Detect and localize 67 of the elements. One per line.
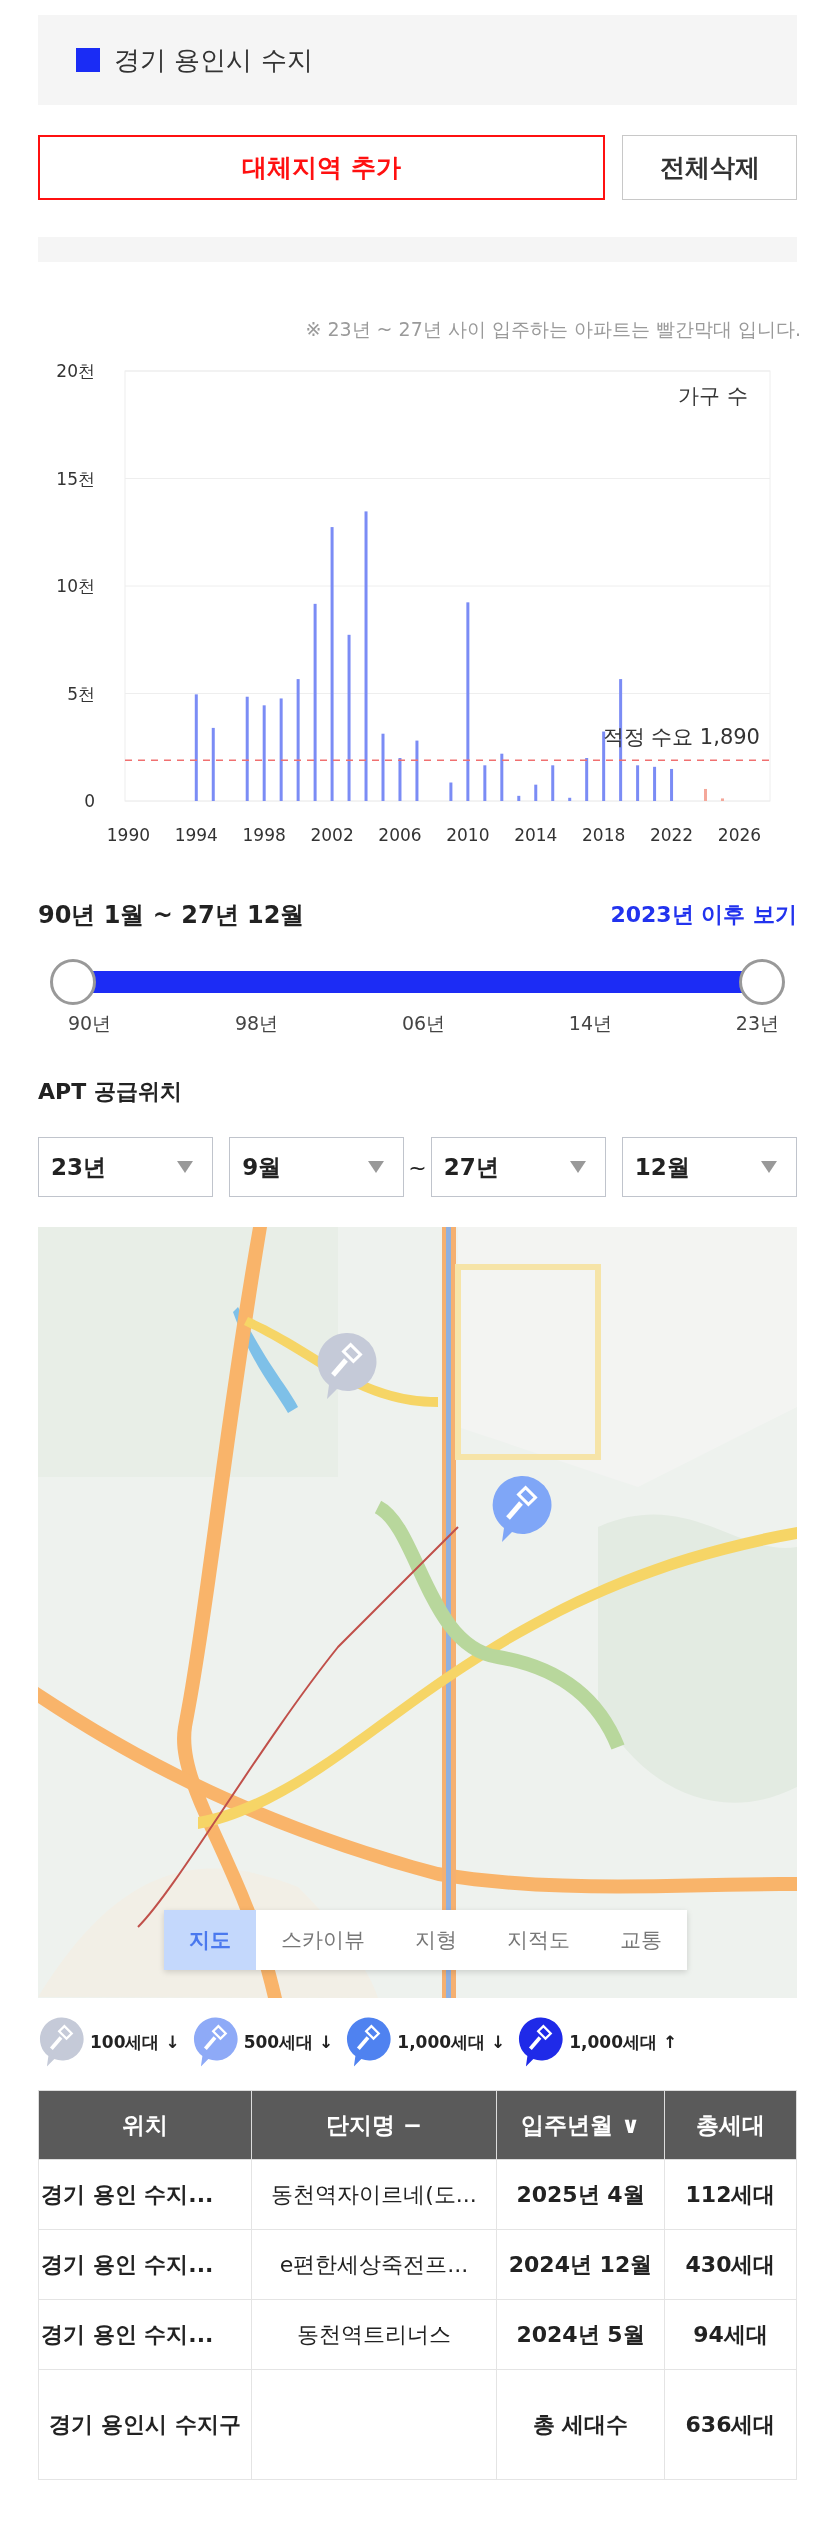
x-axis-label: 2006 bbox=[378, 825, 422, 845]
table-cell: 112세대 bbox=[664, 2159, 797, 2230]
caret-icon bbox=[760, 1160, 778, 1174]
dropdown[interactable]: 27년 bbox=[430, 1137, 606, 1197]
slider-tick-label: 98년 bbox=[234, 1011, 279, 1036]
range-separator: ~ bbox=[408, 1154, 427, 1180]
column-header[interactable]: 총세대 bbox=[664, 2090, 797, 2160]
x-axis-label: 2026 bbox=[717, 825, 762, 845]
map-type-tab[interactable]: 교통 bbox=[595, 1910, 687, 1970]
table-cell: 2024년 12월 bbox=[496, 2229, 665, 2300]
dropdown[interactable]: 9월 bbox=[229, 1137, 405, 1197]
table-cell: 430세대 bbox=[664, 2229, 797, 2300]
dropdown[interactable]: 12월 bbox=[621, 1137, 797, 1197]
table-cell: 경기 용인 수지... bbox=[38, 2229, 252, 2300]
after-2023-link[interactable]: 2023년 이후 보기 bbox=[610, 900, 797, 930]
table-cell: 2024년 5월 bbox=[496, 2299, 665, 2370]
chart-note: ※ 23년 ~ 27년 사이 입주하는 아파트는 빨간막대 입니다. bbox=[304, 317, 801, 342]
legend-label: 1,000세대 ↓ bbox=[397, 2030, 506, 2054]
hammer-pin-icon[interactable] bbox=[315, 1331, 378, 1402]
legend-label: 500세대 ↓ bbox=[243, 2030, 334, 2054]
table-cell: 636세대 bbox=[664, 2369, 797, 2480]
column-header[interactable]: 단지명 − bbox=[251, 2090, 497, 2160]
dropdown[interactable]: 23년 bbox=[38, 1137, 214, 1197]
y-axis-label: 10천 bbox=[56, 576, 95, 596]
x-axis-label: 1990 bbox=[106, 825, 151, 845]
legend-label: 100세대 ↓ bbox=[90, 2030, 180, 2054]
x-axis-label: 2010 bbox=[446, 825, 490, 845]
x-axis-label: 1998 bbox=[242, 825, 286, 845]
section-title: APT 공급위치 bbox=[38, 1078, 183, 1106]
legend-label: 1,000세대 ↑ bbox=[569, 2030, 678, 2054]
slider-tick-label: 90년 bbox=[68, 1011, 112, 1036]
y-axis-label: 15천 bbox=[56, 468, 95, 489]
table-cell: 동천역자이르네(도... bbox=[251, 2159, 497, 2230]
table-cell: 동천역트리너스 bbox=[251, 2299, 497, 2370]
caret-icon bbox=[568, 1160, 587, 1174]
table-cell: 94세대 bbox=[664, 2299, 797, 2370]
y-axis-label: 0 bbox=[84, 791, 95, 811]
caret-icon bbox=[176, 1160, 195, 1174]
y-axis-label: 5천 bbox=[67, 683, 95, 704]
y-axis-title: 가구 수 bbox=[678, 384, 748, 408]
x-axis-label: 2018 bbox=[582, 825, 626, 845]
map-type-tab[interactable]: 스카이뷰 bbox=[256, 1910, 390, 1970]
map-type-tab[interactable]: 지적도 bbox=[482, 1910, 595, 1970]
column-header[interactable]: 입주년월 ∨ bbox=[496, 2090, 665, 2160]
delete-all-button[interactable]: 전체삭제 bbox=[622, 135, 797, 200]
period-label: 90년 1월 ~ 27년 12월 bbox=[38, 900, 305, 931]
table-cell: 경기 용인 수지... bbox=[38, 2159, 252, 2230]
add-region-button[interactable]: 대체지역 추가 bbox=[38, 135, 605, 200]
y-axis-label: 20천 bbox=[56, 361, 95, 381]
slider-tick-label: 23년 bbox=[735, 1011, 779, 1036]
table-cell: 2025년 4월 bbox=[496, 2159, 665, 2230]
slider-tick-label: 14년 bbox=[568, 1011, 613, 1036]
table-cell: e편한세상죽전프... bbox=[251, 2229, 497, 2300]
slider-handle[interactable] bbox=[50, 959, 96, 1005]
slider-handle[interactable] bbox=[739, 959, 785, 1005]
x-axis-label: 2014 bbox=[514, 825, 558, 845]
table-cell: 경기 용인 수지... bbox=[38, 2299, 252, 2370]
table-cell: 총 세대수 bbox=[496, 2369, 665, 2480]
region-name[interactable]: 경기 용인시 수지 bbox=[114, 42, 313, 78]
table-cell: 경기 용인시 수지구 bbox=[38, 2369, 252, 2480]
column-header[interactable]: 위치 bbox=[38, 2090, 252, 2160]
slider-tick-label: 06년 bbox=[401, 1011, 446, 1036]
caret-icon bbox=[367, 1160, 386, 1174]
x-axis-label: 2002 bbox=[310, 825, 354, 845]
x-axis-label: 2022 bbox=[649, 825, 694, 845]
map-type-tab[interactable]: 지형 bbox=[390, 1910, 482, 1970]
x-axis-label: 1994 bbox=[174, 825, 218, 845]
